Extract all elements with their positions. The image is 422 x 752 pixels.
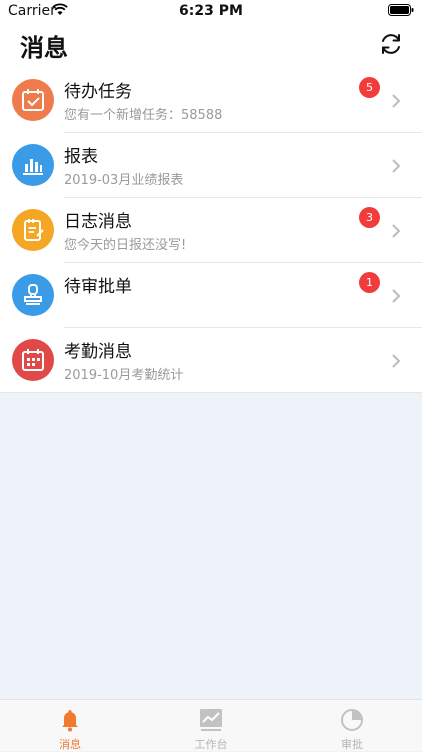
tab-bar: 消息 工作台 审批 xyxy=(0,699,422,751)
status-bar: Carrier 6:23 PM xyxy=(0,0,422,22)
tab-workbench[interactable]: 工作台 xyxy=(141,700,281,751)
calendar-check-icon xyxy=(12,79,54,121)
chevron-right-icon xyxy=(392,94,401,108)
message-item-approval[interactable]: 待审批单 1 xyxy=(0,263,422,328)
chevron-right-icon xyxy=(392,159,401,173)
tab-messages[interactable]: 消息 xyxy=(0,700,140,751)
chevron-right-icon xyxy=(392,289,401,303)
unread-badge: 3 xyxy=(359,207,380,228)
bell-icon xyxy=(62,710,78,732)
message-subtitle: 您今天的日报还没写! xyxy=(64,238,187,253)
pie-chart-icon xyxy=(341,709,363,731)
message-item-attendance[interactable]: 考勤消息 2019-10月考勤统计 xyxy=(0,328,422,393)
message-label: 待办任务 xyxy=(64,82,132,102)
message-item-todo[interactable]: 待办任务 您有一个新增任务：58588 5 xyxy=(0,68,422,133)
status-time: 6:23 PM xyxy=(179,3,243,19)
message-label: 日志消息 xyxy=(64,212,132,232)
bar-chart-icon xyxy=(12,144,54,186)
header: 消息 xyxy=(0,22,422,68)
chevron-right-icon xyxy=(392,224,401,238)
message-subtitle: 2019-10月考勤统计 xyxy=(64,368,184,383)
refresh-icon[interactable] xyxy=(378,31,404,57)
workbench-chart-icon xyxy=(200,709,222,731)
message-label: 待审批单 xyxy=(64,277,132,297)
attendance-calendar-icon xyxy=(12,339,54,381)
message-item-log[interactable]: 日志消息 您今天的日报还没写! 3 xyxy=(0,198,422,263)
unread-badge: 1 xyxy=(359,272,380,293)
message-list: 待办任务 您有一个新增任务：58588 5 报表 2019-03月业绩报表 日志… xyxy=(0,68,422,393)
battery-icon xyxy=(388,4,414,16)
message-label: 报表 xyxy=(64,147,98,167)
message-label: 考勤消息 xyxy=(64,342,132,362)
message-subtitle: 您有一个新增任务：58588 xyxy=(64,108,223,123)
message-item-report[interactable]: 报表 2019-03月业绩报表 xyxy=(0,133,422,198)
tab-approval[interactable]: 审批 xyxy=(282,700,422,751)
page-title: 消息 xyxy=(20,34,68,62)
stamp-icon xyxy=(12,274,54,316)
unread-badge: 5 xyxy=(359,77,380,98)
chevron-right-icon xyxy=(392,354,401,368)
divider xyxy=(0,392,422,393)
message-subtitle: 2019-03月业绩报表 xyxy=(64,173,184,188)
notepad-icon xyxy=(12,209,54,251)
